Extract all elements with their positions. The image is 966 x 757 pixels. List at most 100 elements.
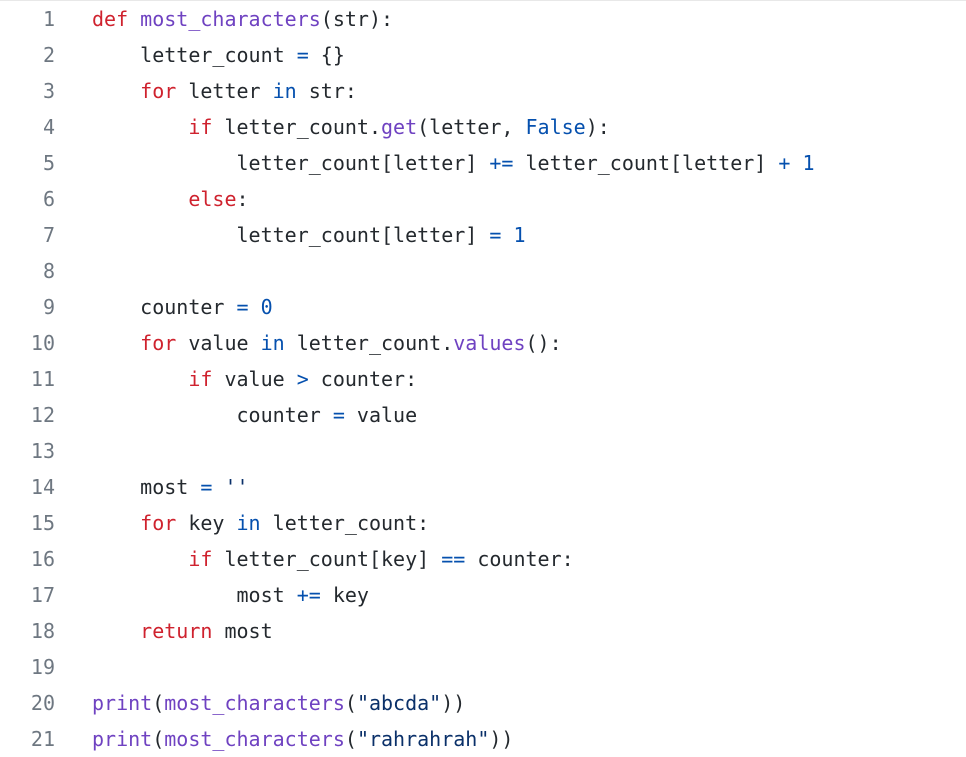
code-token-number: 1 — [513, 223, 526, 247]
line-number: 3 — [42, 79, 55, 103]
code-text: if letter_count[key] == counter: — [92, 541, 574, 577]
line-number: 8 — [42, 259, 55, 283]
code-token-text: letter_count[letter] — [513, 151, 779, 175]
code-token-operator: in — [236, 511, 261, 535]
code-line[interactable]: 16 if letter_count[key] == counter: — [0, 541, 966, 577]
code-line[interactable]: 15 for key in letter_count: — [0, 505, 966, 541]
code-token-text: most — [92, 475, 201, 499]
code-token-keyword: for — [140, 331, 177, 355]
code-text: for letter in str: — [92, 73, 357, 109]
code-line[interactable]: 7 letter_count[letter] = 1 — [0, 217, 966, 253]
code-line[interactable]: 20 print(most_characters("abcda")) — [0, 685, 966, 721]
code-token-text: )) — [441, 691, 466, 715]
code-line[interactable]: 9 counter = 0 — [0, 289, 966, 325]
code-token-text: value — [176, 331, 261, 355]
code-token-text: (): — [525, 331, 562, 355]
code-line[interactable]: 19 — [0, 649, 966, 685]
line-number: 19 — [30, 655, 55, 679]
line-number: 7 — [42, 223, 55, 247]
code-line[interactable]: 11 if value > counter: — [0, 361, 966, 397]
line-number: 18 — [30, 619, 55, 643]
code-token-text: )) — [489, 727, 514, 751]
line-number: 14 — [30, 475, 55, 499]
code-token-operator: in — [260, 331, 285, 355]
code-token-text: key — [320, 583, 369, 607]
code-line[interactable]: 21 print(most_characters("rahrahrah")) — [0, 721, 966, 757]
line-number: 6 — [42, 187, 55, 211]
code-token-operator: = — [332, 403, 345, 427]
code-token-keyword: else — [188, 187, 237, 211]
code-line[interactable]: 8 — [0, 253, 966, 289]
code-line[interactable]: 3 for letter in str: — [0, 73, 966, 109]
code-token-function: print — [92, 691, 153, 715]
code-text: most += key — [92, 577, 369, 613]
code-token-text: letter_count — [92, 43, 297, 67]
code-token-operator: == — [441, 547, 466, 571]
code-token-text: value — [344, 403, 418, 427]
code-token-operator: += — [489, 151, 514, 175]
line-number: 10 — [30, 331, 55, 355]
code-token-function: get — [381, 115, 418, 139]
code-token-text: counter: — [308, 367, 418, 391]
code-text: print(most_characters("abcda")) — [92, 685, 465, 721]
code-text: letter_count[letter] = 1 — [92, 217, 526, 253]
code-line[interactable]: 6 else: — [0, 181, 966, 217]
code-line[interactable]: 10 for value in letter_count.values(): — [0, 325, 966, 361]
code-token-function: values — [453, 331, 526, 355]
line-number: 20 — [30, 691, 55, 715]
code-token-function: most_characters — [140, 7, 321, 31]
line-number: 17 — [30, 583, 55, 607]
code-token-keyword: if — [188, 547, 213, 571]
code-line[interactable]: 1 def most_characters(str): — [0, 1, 966, 37]
code-text: for key in letter_count: — [92, 505, 429, 541]
code-line[interactable]: 14 most = '' — [0, 469, 966, 505]
code-token-string: '' — [224, 475, 249, 499]
code-token-text: counter: — [465, 547, 574, 571]
code-line[interactable]: 18 return most — [0, 613, 966, 649]
code-line[interactable]: 12 counter = value — [0, 397, 966, 433]
code-token-operator: = — [296, 43, 309, 67]
code-token-operator: in — [272, 79, 297, 103]
code-token-text: str: — [296, 79, 357, 103]
code-token-operator: = — [200, 475, 213, 499]
code-line[interactable]: 2 letter_count = {} — [0, 37, 966, 73]
code-token-operator: += — [296, 583, 321, 607]
line-number: 11 — [30, 367, 55, 391]
code-token-operator: > — [296, 367, 309, 391]
code-token-text: ( — [344, 727, 357, 751]
code-text: if letter_count.get(letter, False): — [92, 109, 609, 145]
code-token-text: ( — [152, 727, 165, 751]
code-editor[interactable]: 1 def most_characters(str): 2 letter_count… — [0, 0, 966, 751]
code-token-function: most_characters — [164, 691, 345, 715]
code-token-function: most_characters — [164, 727, 345, 751]
code-line[interactable]: 5 letter_count[letter] += letter_count[l… — [0, 145, 966, 181]
code-text: for value in letter_count.values(): — [92, 325, 562, 361]
code-token-text: letter_count: — [260, 511, 430, 535]
code-token-keyword: return — [140, 619, 213, 643]
line-number: 12 — [30, 403, 55, 427]
code-text: return most — [92, 613, 272, 649]
code-token-text: letter — [176, 79, 273, 103]
code-line[interactable]: 4 if letter_count.get(letter, False): — [0, 109, 966, 145]
code-token-text: letter_count. — [284, 331, 454, 355]
code-token-text: ( — [344, 691, 357, 715]
code-token-text: letter_count[letter] — [92, 151, 490, 175]
code-text: if value > counter: — [92, 361, 417, 397]
code-token-text: (letter, — [417, 115, 526, 139]
line-number: 5 — [42, 151, 55, 175]
code-line[interactable]: 17 most += key — [0, 577, 966, 613]
code-text: else: — [92, 181, 248, 217]
code-token-text: letter_count[key] — [212, 547, 442, 571]
line-number: 2 — [42, 43, 55, 67]
code-text: def most_characters(str): — [92, 1, 393, 37]
line-number: 21 — [30, 727, 55, 751]
code-token-text: ( — [152, 691, 165, 715]
code-line[interactable]: 13 — [0, 433, 966, 469]
